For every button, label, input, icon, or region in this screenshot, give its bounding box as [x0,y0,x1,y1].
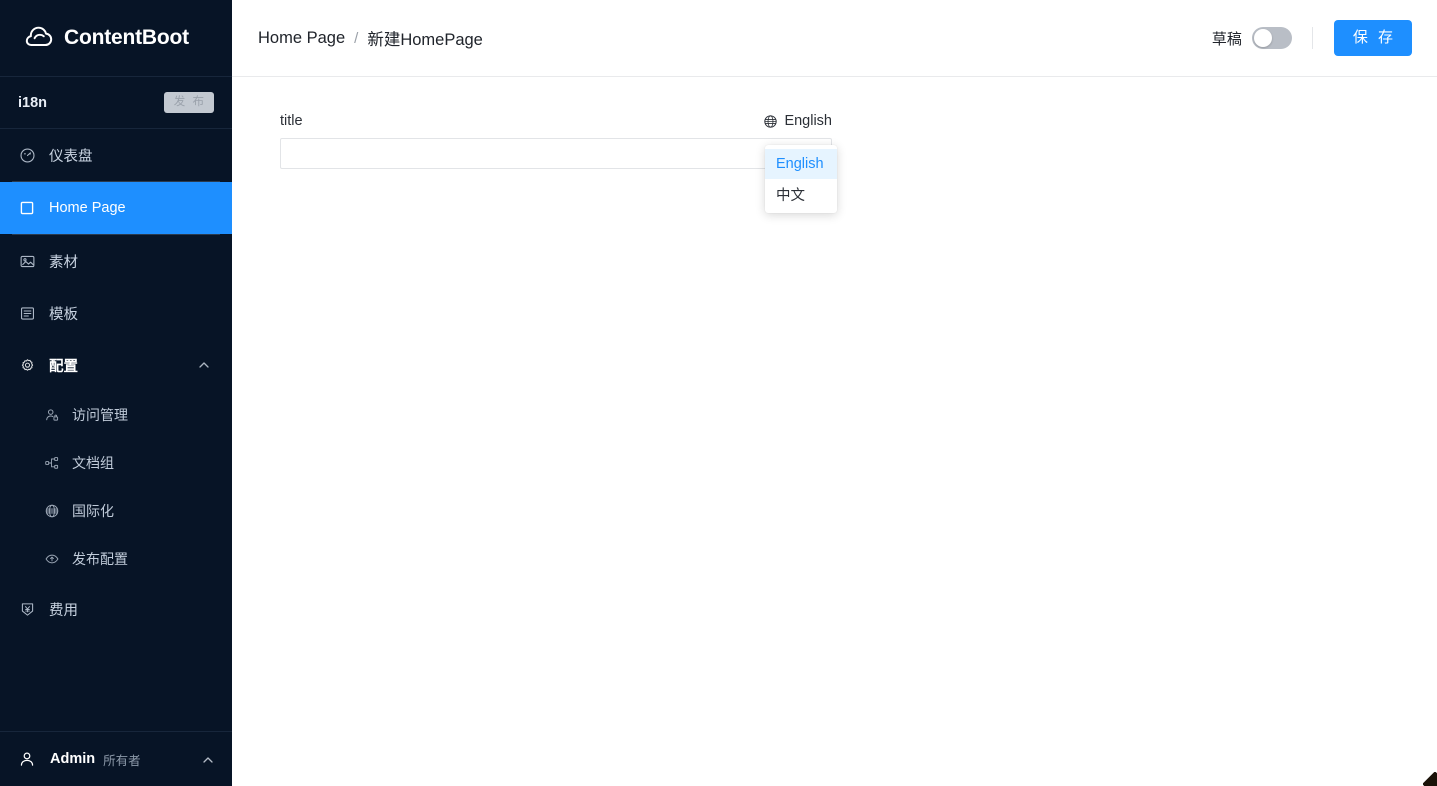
field-header: title English [280,113,832,129]
corner-artifact [1423,772,1437,786]
topbar: Home Page / 新建HomePage 草稿 保 存 [232,0,1437,77]
sidebar-item-settings[interactable]: 配置 [0,339,232,391]
toggle-knob [1253,29,1272,47]
breadcrumb-root[interactable]: Home Page [258,29,345,48]
sitemap-icon [44,455,60,471]
language-option-chinese[interactable]: 中文 [765,179,837,209]
breadcrumb-separator: / [354,29,359,47]
dashboard-icon [18,146,36,164]
sidebar-item-dashboard[interactable]: 仪表盘 [0,129,232,181]
title-input[interactable] [280,138,832,169]
user-lock-icon [44,407,60,423]
sidebar-subitem-label: 国际化 [72,503,114,519]
user-name: Admin [50,751,96,767]
sidebar-item-billing[interactable]: 费用 [0,583,232,635]
sidebar-subitem-access-management[interactable]: 访问管理 [0,391,232,439]
publish-badge[interactable]: 发 布 [163,92,214,113]
language-current-label: English [784,113,832,129]
title-label: title [280,113,303,129]
form-content: title English English 中文 [232,77,1437,213]
cloud-icon [24,23,54,53]
topbar-actions: 草稿 保 存 [1212,20,1412,56]
sidebar-subitem-label: 文档组 [72,455,114,471]
project-row[interactable]: i18n 发 布 [0,77,232,129]
globe-icon [44,503,60,519]
save-button[interactable]: 保 存 [1333,20,1412,56]
sidebar-subitem-document-group[interactable]: 文档组 [0,439,232,487]
sidebar-item-label: Home Page [49,200,126,216]
sidebar-item-home-page[interactable]: Home Page [0,182,232,234]
main-area: Home Page / 新建HomePage 草稿 保 存 title Engl… [232,0,1437,786]
globe-icon [763,114,778,129]
divider [1311,27,1313,49]
yen-icon [18,600,36,618]
sidebar-item-label: 费用 [49,602,78,619]
draft-toggle[interactable] [1251,27,1292,49]
project-name: i18n [18,94,48,111]
user-role: 所有者 [103,753,141,768]
breadcrumb: Home Page / 新建HomePage [258,26,483,50]
language-selector[interactable]: English [763,113,832,129]
publish-icon [44,551,60,567]
sidebar-subitem-i18n[interactable]: 国际化 [0,487,232,535]
sidebar-item-label: 模板 [49,306,78,323]
chevron-up-icon[interactable] [202,753,214,765]
sidebar-item-label: 素材 [49,254,78,271]
title-field-group: title English English 中文 [280,113,837,213]
gear-icon [18,356,36,374]
template-icon [18,304,36,322]
language-dropdown: English 中文 [765,145,837,213]
brand-header[interactable]: ContentBoot [0,0,232,77]
square-icon [18,199,36,217]
user-menu[interactable]: Admin 所有者 [0,731,232,786]
sidebar: ContentBoot i18n 发 布 仪表盘 Home Page 素材 模板… [0,0,232,786]
sidebar-item-label: 仪表盘 [49,148,93,165]
sidebar-subitem-label: 发布配置 [72,551,128,567]
user-icon [18,750,36,768]
breadcrumb-current: 新建HomePage [367,31,483,49]
sidebar-item-label: 配置 [49,358,78,375]
chevron-up-icon[interactable] [198,359,210,371]
sidebar-item-assets[interactable]: 素材 [0,235,232,287]
draft-label: 草稿 [1211,30,1242,48]
language-option-label: English [776,156,824,172]
language-option-english[interactable]: English [765,149,837,179]
language-option-label: 中文 [776,187,805,204]
brand-name: ContentBoot [64,26,189,49]
sidebar-nav: 仪表盘 Home Page 素材 模板 配置 访问管理 文档组 国际化 发布配置… [0,129,232,731]
sidebar-subitem-label: 访问管理 [72,407,128,423]
sidebar-subitem-publish-config[interactable]: 发布配置 [0,535,232,583]
sidebar-item-templates[interactable]: 模板 [0,287,232,339]
app-root: ContentBoot i18n 发 布 仪表盘 Home Page 素材 模板… [0,0,1437,786]
image-icon [18,252,36,270]
